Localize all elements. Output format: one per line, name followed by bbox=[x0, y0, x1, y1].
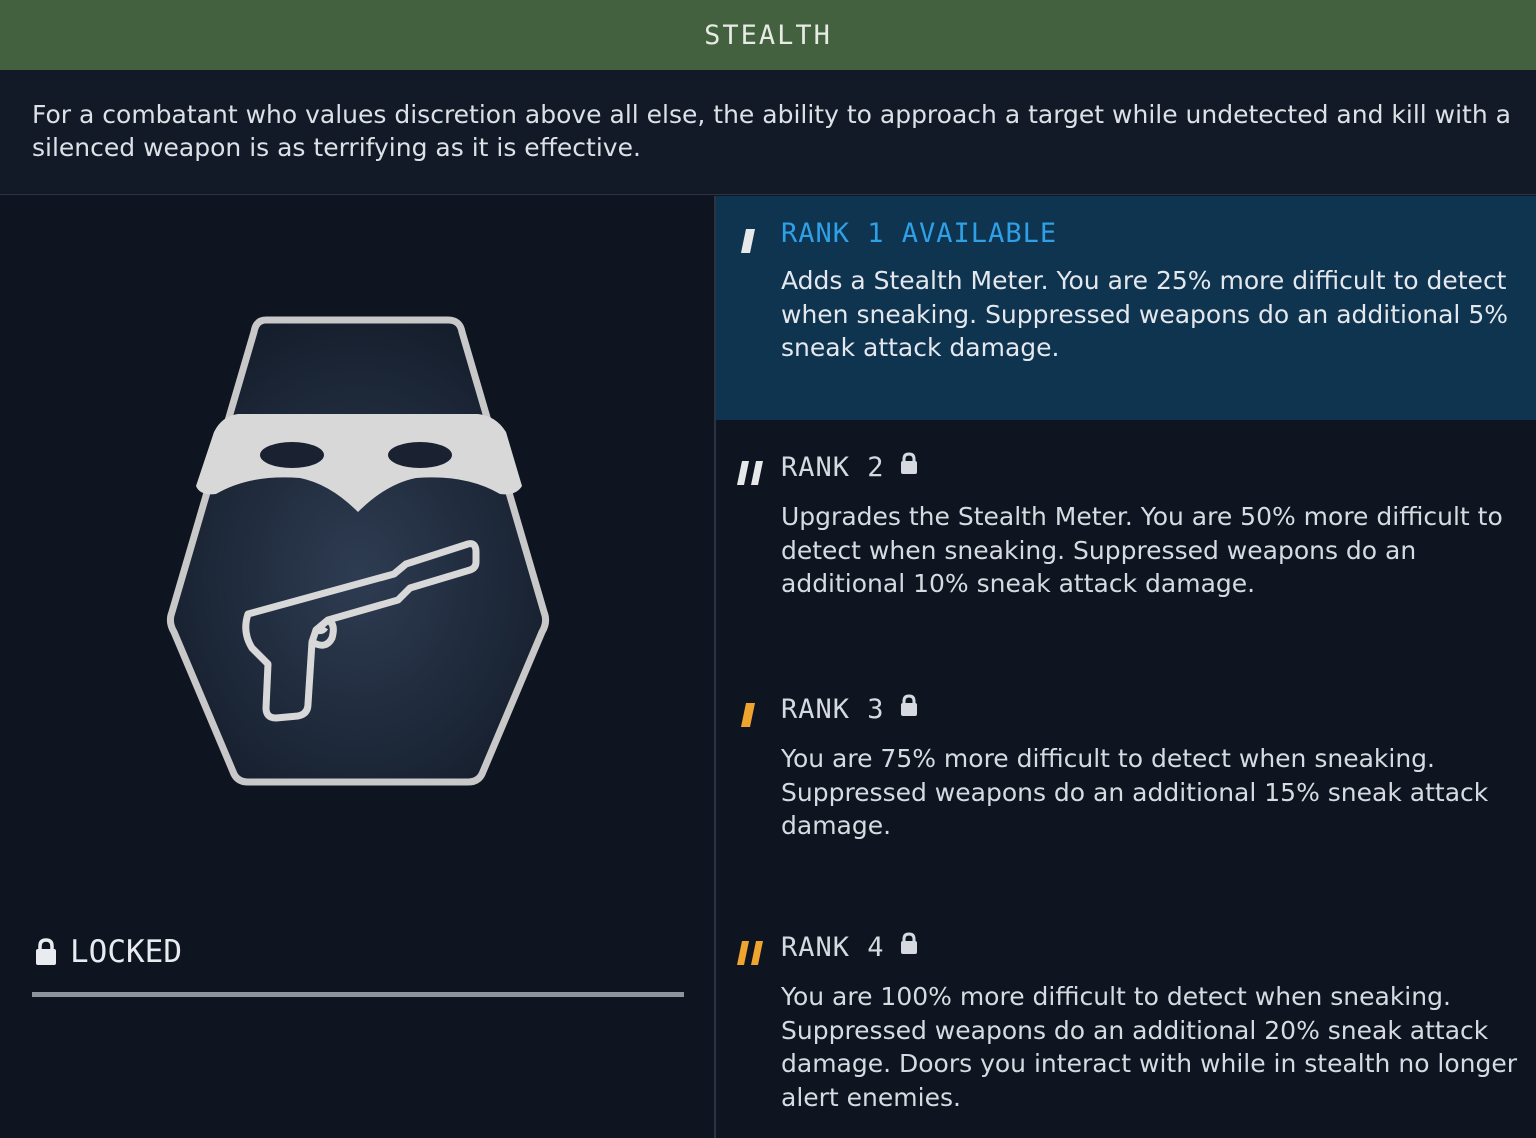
rank-1-item[interactable]: RANK 1 AVAILABLE Adds a Stealth Meter. Y… bbox=[716, 196, 1536, 420]
skill-status-label: LOCKED bbox=[70, 934, 182, 970]
rank-tick-2-icon bbox=[737, 461, 763, 485]
rank-2-label: RANK 2 bbox=[781, 452, 919, 483]
rank-2-item[interactable]: RANK 2 Upgrades the Stealth Meter. You a… bbox=[716, 420, 1536, 664]
lock-icon bbox=[899, 694, 919, 725]
rank-3-item[interactable]: RANK 3 You are 75% more difficult to det… bbox=[716, 664, 1536, 904]
rank-1-description: Adds a Stealth Meter. You are 25% more d… bbox=[781, 266, 1508, 362]
skill-description: For a combatant who values discretion ab… bbox=[32, 100, 1511, 162]
rank-tick-3-icon bbox=[741, 703, 755, 727]
skill-status: LOCKED bbox=[34, 934, 182, 970]
skill-header: STEALTH bbox=[0, 0, 1536, 70]
rank-tick-1-icon bbox=[741, 229, 755, 253]
masked-figure-with-silenced-pistol-icon bbox=[166, 316, 550, 786]
lock-icon bbox=[899, 452, 919, 483]
rank-4-item[interactable]: RANK 4 You are 100% more difficult to de… bbox=[716, 904, 1536, 1138]
rank-3-label: RANK 3 bbox=[781, 694, 919, 725]
lock-icon bbox=[34, 938, 58, 966]
rank-4-label: RANK 4 bbox=[781, 932, 919, 963]
skill-description-panel: For a combatant who values discretion ab… bbox=[0, 70, 1536, 195]
rank-3-description: You are 75% more difficult to detect whe… bbox=[781, 744, 1489, 840]
rank-4-description: You are 100% more difficult to detect wh… bbox=[781, 982, 1518, 1112]
rank-tick-4-icon bbox=[737, 941, 763, 965]
skill-title: STEALTH bbox=[704, 19, 832, 51]
rank-list: RANK 1 AVAILABLE Adds a Stealth Meter. Y… bbox=[716, 196, 1536, 1138]
rank-2-description: Upgrades the Stealth Meter. You are 50% … bbox=[781, 502, 1503, 598]
rank-1-label: RANK 1 AVAILABLE bbox=[781, 218, 1058, 249]
lock-icon bbox=[899, 932, 919, 963]
skill-progress-bar bbox=[32, 992, 684, 997]
